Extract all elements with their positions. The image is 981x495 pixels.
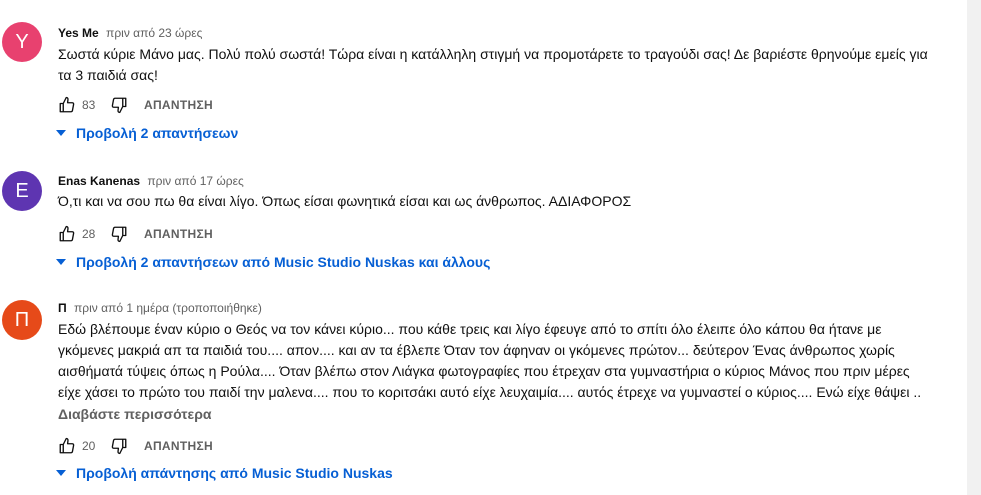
like-count: 83 bbox=[82, 98, 96, 112]
like-count: 28 bbox=[82, 227, 96, 241]
comment-line: γκόμενες μακριά απ τα παιδιά του.... απο… bbox=[58, 342, 895, 358]
comment-line: Εδώ βλέπουμε έναν κύριο ο Θεός να τον κά… bbox=[58, 321, 882, 337]
dislike-button[interactable] bbox=[108, 94, 130, 116]
author-name[interactable]: Enas Kanenas bbox=[58, 174, 140, 188]
avatar[interactable]: Y bbox=[2, 22, 42, 62]
comment-line: είχε χάσει το πρώτο του παιδί την μαλενα… bbox=[58, 384, 922, 400]
comment-timestamp[interactable]: πριν από 1 ημέρα (τροποποιήθηκε) bbox=[74, 301, 262, 315]
comment-header: Π πριν από 1 ημέρα (τροποποιήθηκε) bbox=[58, 300, 262, 316]
thumbs-up-icon bbox=[59, 225, 75, 242]
comment-header: Enas Kanenas πριν από 17 ώρες bbox=[58, 173, 244, 189]
caret-down-icon bbox=[56, 470, 66, 476]
view-replies-label: Προβολή απάντησης από Music Studio Nuska… bbox=[76, 465, 393, 481]
thumbs-up-icon bbox=[59, 96, 75, 113]
dislike-button[interactable] bbox=[108, 223, 130, 245]
read-more-link[interactable]: Διαβάστε περισσότερα bbox=[58, 404, 211, 424]
thumbs-down-icon bbox=[111, 97, 127, 114]
avatar[interactable]: E bbox=[2, 171, 42, 211]
like-button[interactable] bbox=[56, 94, 78, 116]
comment-actions: 28 ΑΠΑΝΤΗΣΗ bbox=[56, 222, 213, 246]
caret-down-icon bbox=[56, 259, 66, 265]
author-name[interactable]: Π bbox=[58, 301, 67, 315]
thumbs-down-icon bbox=[111, 438, 127, 455]
thumbs-up-icon bbox=[59, 437, 75, 454]
thumbs-down-icon bbox=[111, 226, 127, 243]
like-button[interactable] bbox=[56, 435, 78, 457]
author-name[interactable]: Yes Me bbox=[58, 26, 99, 40]
comment-timestamp[interactable]: πριν από 17 ώρες bbox=[147, 174, 243, 188]
comment-line: Σωστά κύριε Μάνο μας. Πολύ πολύ σωστά! Τ… bbox=[58, 46, 928, 62]
like-button[interactable] bbox=[56, 223, 78, 245]
view-replies-label: Προβολή 2 απαντήσεων bbox=[76, 125, 239, 141]
view-replies-button[interactable]: Προβολή 2 απαντήσεων bbox=[54, 125, 238, 141]
comment-text: Σωστά κύριε Μάνο μας. Πολύ πολύ σωστά! Τ… bbox=[58, 44, 970, 86]
avatar[interactable]: Π bbox=[2, 300, 42, 340]
reply-button[interactable]: ΑΠΑΝΤΗΣΗ bbox=[144, 98, 213, 112]
comment-actions: 20 ΑΠΑΝΤΗΣΗ bbox=[56, 434, 213, 458]
comment-line: Ό,τι και να σου πω θα είναι λίγο. Όπως ε… bbox=[58, 193, 632, 209]
view-replies-button[interactable]: Προβολή 2 απαντήσεων από Music Studio Nu… bbox=[54, 254, 490, 270]
reply-button[interactable]: ΑΠΑΝΤΗΣΗ bbox=[144, 439, 213, 453]
comment-timestamp[interactable]: πριν από 23 ώρες bbox=[106, 26, 202, 40]
comment-line: τα 3 παιδιά σας! bbox=[58, 67, 158, 83]
dislike-button[interactable] bbox=[108, 435, 130, 457]
comment-text: Ό,τι και να σου πω θα είναι λίγο. Όπως ε… bbox=[58, 191, 970, 212]
comment-line: αισθήματά τύψεις όπως η Ρούλα.... Όταν β… bbox=[58, 363, 910, 379]
comment-actions: 83 ΑΠΑΝΤΗΣΗ bbox=[56, 93, 213, 117]
caret-down-icon bbox=[56, 130, 66, 136]
comment-header: Yes Me πριν από 23 ώρες bbox=[58, 25, 202, 41]
view-replies-label: Προβολή 2 απαντήσεων από Music Studio Nu… bbox=[76, 254, 491, 270]
comment-text: Εδώ βλέπουμε έναν κύριο ο Θεός να τον κά… bbox=[58, 319, 970, 403]
view-replies-button[interactable]: Προβολή απάντησης από Music Studio Nuska… bbox=[54, 465, 393, 481]
like-count: 20 bbox=[82, 439, 96, 453]
reply-button[interactable]: ΑΠΑΝΤΗΣΗ bbox=[144, 227, 213, 241]
